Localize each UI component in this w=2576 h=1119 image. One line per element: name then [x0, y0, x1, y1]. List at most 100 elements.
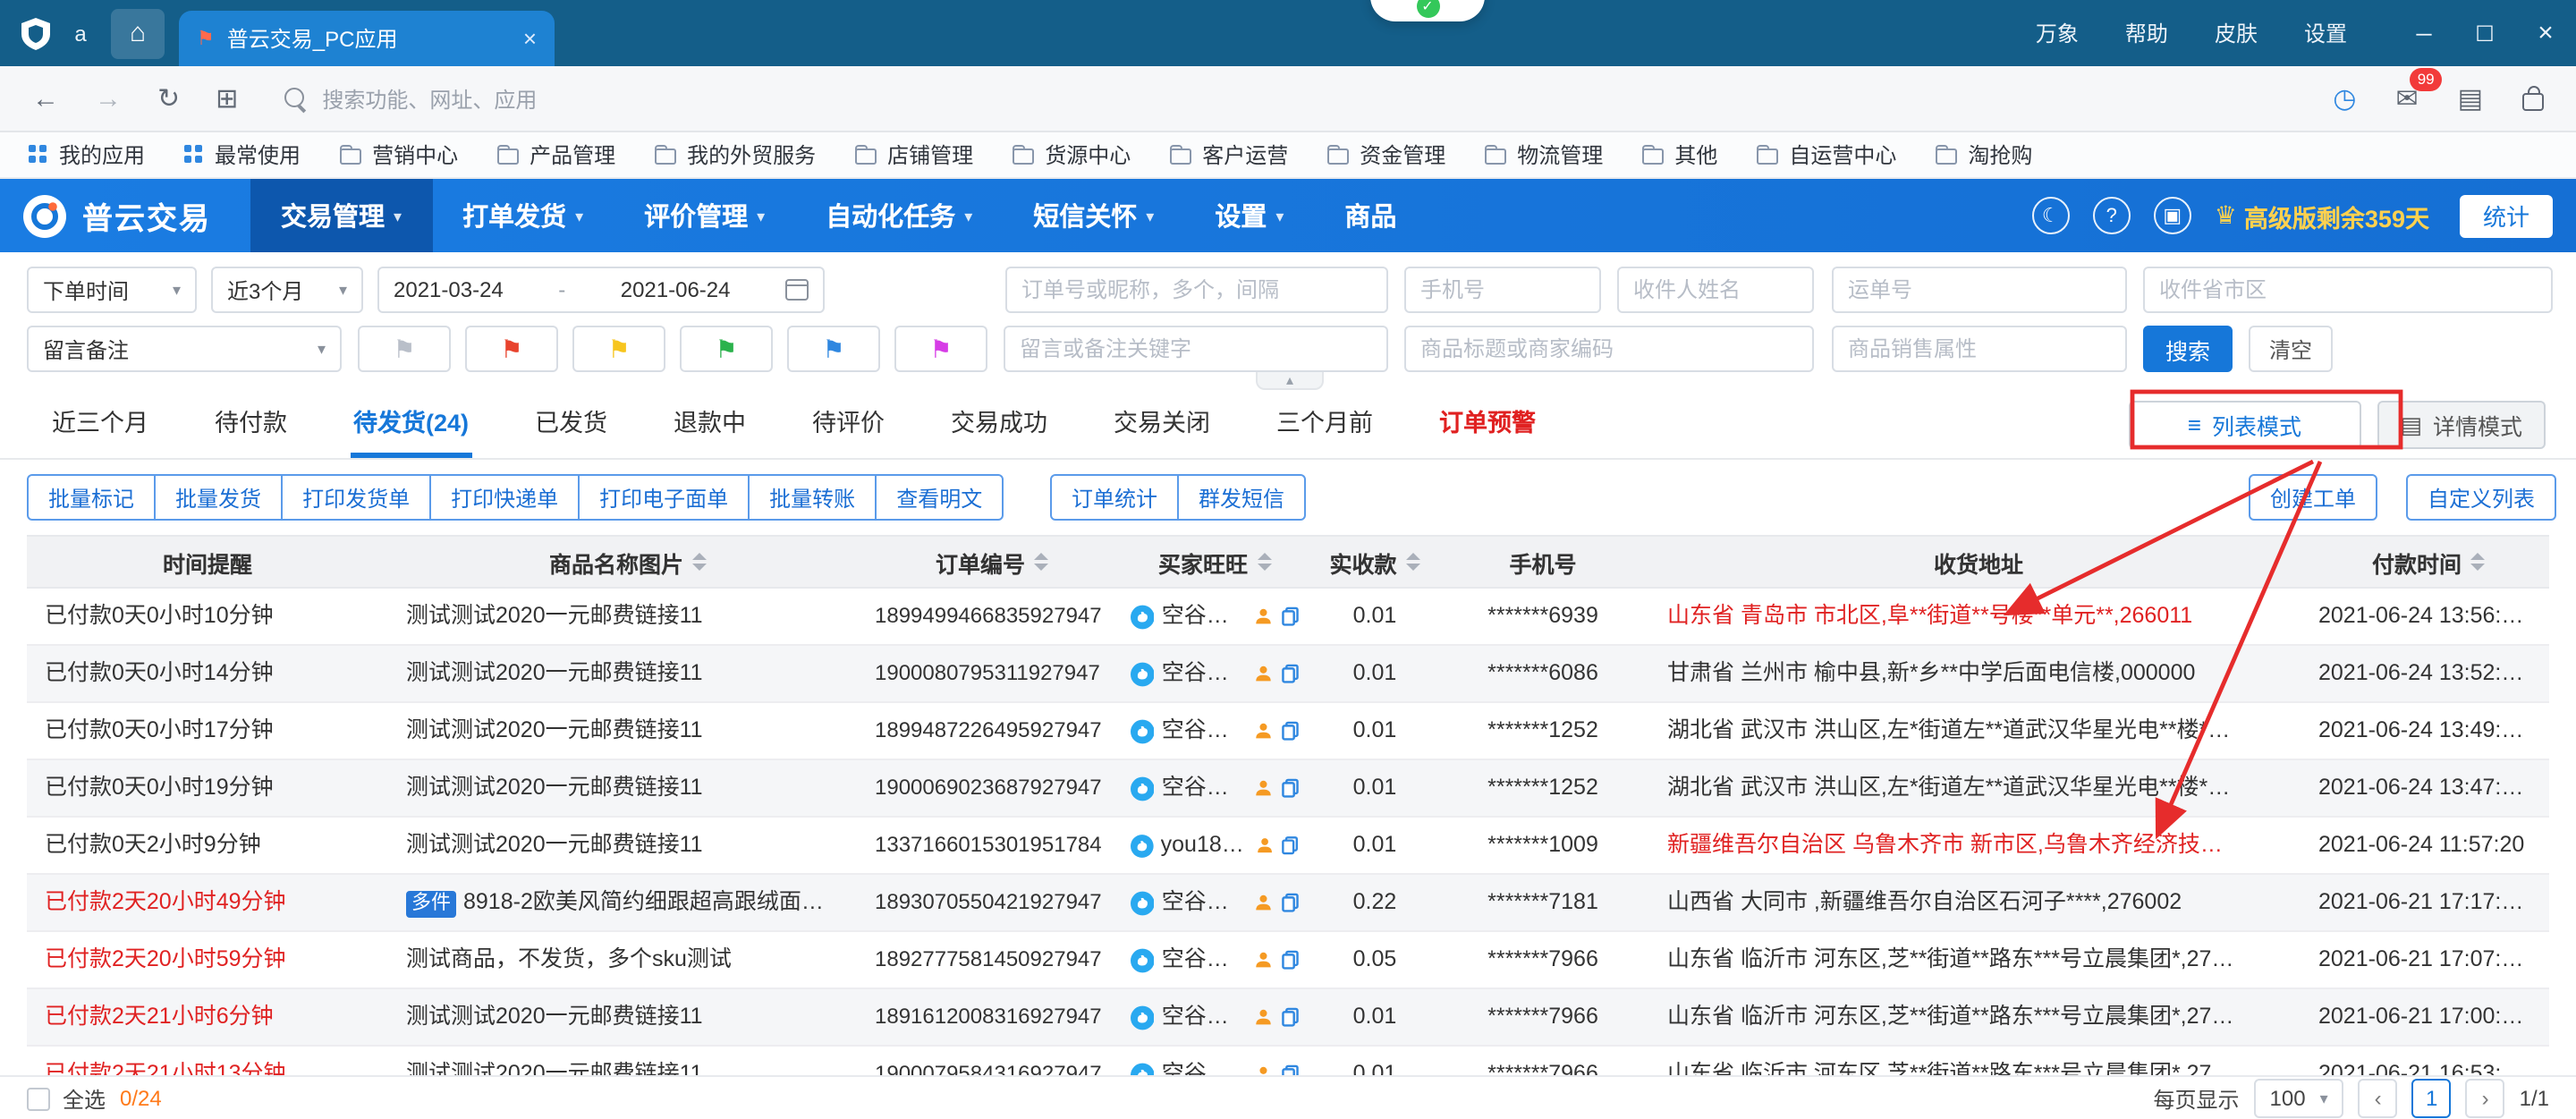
memo-keyword-input[interactable]: [1004, 326, 1388, 372]
profile-button[interactable]: a: [64, 21, 97, 46]
action-button[interactable]: 查看明文: [875, 474, 1004, 521]
order-tab[interactable]: 三个月前: [1273, 403, 1377, 458]
home-button[interactable]: ⌂: [111, 8, 165, 58]
reader-icon[interactable]: ▤: [2458, 82, 2483, 114]
product-attr-input[interactable]: [1832, 326, 2127, 372]
table-header-cell[interactable]: 实收款: [1313, 537, 1436, 587]
contact-icon[interactable]: [1254, 893, 1273, 912]
create-ticket-button[interactable]: 创建工单: [2249, 474, 2377, 521]
memo-select[interactable]: 留言备注▾: [27, 326, 342, 372]
copy-icon[interactable]: [1281, 835, 1299, 855]
prev-page-button[interactable]: ‹: [2359, 1079, 2398, 1118]
phone-input[interactable]: [1404, 267, 1601, 313]
list-mode-button[interactable]: ≡列表模式: [2128, 401, 2360, 449]
bookmark-item[interactable]: 物流管理: [1485, 140, 1603, 170]
action-button[interactable]: 批量转账: [748, 474, 877, 521]
bookmark-item[interactable]: 我的应用: [29, 140, 145, 170]
table-row[interactable]: 已付款0天0小时17分钟 测试测试2020一元邮费链接11 1899487226…: [27, 703, 2549, 760]
search-button[interactable]: 搜索: [2143, 326, 2233, 372]
flag-button-green[interactable]: ⚑: [680, 326, 773, 372]
order-tab[interactable]: 已发货: [531, 403, 611, 458]
flag-button-gray[interactable]: ⚑: [358, 326, 451, 372]
nav-menu-item[interactable]: 评价管理 ▾: [614, 179, 795, 252]
order-time-select[interactable]: 下单时间▾: [27, 267, 197, 313]
refresh-button[interactable]: ↻: [157, 82, 180, 114]
copy-icon[interactable]: [1280, 950, 1299, 970]
order-tab[interactable]: 订单预警: [1436, 403, 1539, 458]
flag-button-magenta[interactable]: ⚑: [894, 326, 987, 372]
bag-icon[interactable]: [2522, 86, 2544, 111]
receiver-name-input[interactable]: [1617, 267, 1814, 313]
capture-button[interactable]: ⊞: [216, 82, 238, 114]
bookmark-item[interactable]: 自运营中心: [1757, 140, 1896, 170]
titlebar-menu-item[interactable]: 万象: [2036, 18, 2079, 48]
copy-icon[interactable]: [1280, 893, 1299, 912]
help-icon[interactable]: ?: [2093, 197, 2131, 234]
detail-mode-button[interactable]: ▤详情模式: [2377, 401, 2546, 449]
product-title-input[interactable]: [1404, 326, 1814, 372]
custom-list-button[interactable]: 自定义列表: [2406, 474, 2556, 521]
clear-button[interactable]: 清空: [2249, 326, 2333, 372]
nav-menu-item[interactable]: 设置 ▾: [1184, 179, 1314, 252]
browser-search-input[interactable]: 搜索功能、网址、应用: [284, 83, 537, 114]
copy-icon[interactable]: [1280, 606, 1299, 626]
collapse-filters-button[interactable]: ▴: [1256, 372, 1324, 390]
action-button[interactable]: 批量发货: [154, 474, 283, 521]
action-button[interactable]: 批量标记: [27, 474, 156, 521]
table-header-cell[interactable]: 付款时间: [2308, 537, 2549, 587]
bookmark-item[interactable]: 其他: [1642, 140, 1717, 170]
date-to-value[interactable]: 2021-06-24: [621, 277, 731, 302]
browser-tab[interactable]: ⚑ 普云交易_PC应用 ×: [179, 11, 555, 66]
flag-button-yellow[interactable]: ⚑: [572, 326, 665, 372]
bookmark-item[interactable]: 客户运营: [1170, 140, 1288, 170]
table-header-cell[interactable]: 商品名称图片: [388, 537, 868, 587]
order-tab[interactable]: 近三个月: [48, 403, 152, 458]
bookmark-item[interactable]: 产品管理: [497, 140, 615, 170]
night-mode-icon[interactable]: ☾: [2032, 197, 2070, 234]
action-button[interactable]: 打印电子面单: [578, 474, 750, 521]
contact-icon[interactable]: [1254, 721, 1273, 741]
action-button[interactable]: 订单统计: [1050, 474, 1179, 521]
flag-button-red[interactable]: ⚑: [465, 326, 558, 372]
nav-menu-item[interactable]: 交易管理 ▾: [250, 179, 432, 252]
flag-button-blue[interactable]: ⚑: [787, 326, 880, 372]
next-page-button[interactable]: ›: [2466, 1079, 2505, 1118]
select-all-checkbox[interactable]: [27, 1087, 50, 1110]
bookmark-item[interactable]: 最常使用: [184, 140, 301, 170]
action-button[interactable]: 群发短信: [1177, 474, 1306, 521]
nav-menu-item[interactable]: 打单发货 ▾: [432, 179, 614, 252]
contact-icon[interactable]: [1256, 835, 1274, 855]
contact-icon[interactable]: [1254, 1007, 1273, 1027]
bookmark-item[interactable]: 资金管理: [1327, 140, 1445, 170]
order-no-input[interactable]: [1005, 267, 1388, 313]
contact-icon[interactable]: [1254, 778, 1273, 798]
per-page-select[interactable]: 100▾: [2254, 1079, 2344, 1118]
history-icon[interactable]: ◷: [2333, 82, 2356, 114]
nav-menu-item[interactable]: 自动化任务 ▾: [795, 179, 1003, 252]
tracking-no-input[interactable]: [1832, 267, 2127, 313]
table-row[interactable]: 已付款0天0小时10分钟 测试测试2020一元邮费链接11 1899499466…: [27, 589, 2549, 646]
action-button[interactable]: 打印快递单: [429, 474, 580, 521]
order-tab[interactable]: 待付款: [211, 403, 291, 458]
contact-icon[interactable]: [1254, 950, 1273, 970]
close-button[interactable]: ×: [2515, 18, 2576, 48]
table-row[interactable]: 已付款0天0小时19分钟 测试测试2020一元邮费链接11 1900069023…: [27, 760, 2549, 818]
order-tab[interactable]: 待发货(24): [350, 403, 472, 458]
apps-grid-nav-icon[interactable]: ▣: [2154, 197, 2191, 234]
titlebar-menu-item[interactable]: 皮肤: [2215, 18, 2258, 48]
vip-badge[interactable]: ♛高级版剩余359天: [2215, 198, 2429, 233]
bookmark-item[interactable]: 我的外贸服务: [655, 140, 816, 170]
titlebar-menu-item[interactable]: 设置: [2304, 18, 2347, 48]
contact-icon[interactable]: [1254, 664, 1273, 683]
order-tab[interactable]: 交易成功: [947, 403, 1051, 458]
date-range-input[interactable]: 2021-03-24 - 2021-06-24: [377, 267, 825, 313]
bookmark-item[interactable]: 货源中心: [1013, 140, 1131, 170]
range-select[interactable]: 近3个月▾: [211, 267, 363, 313]
nav-menu-item[interactable]: 商品: [1314, 179, 1427, 252]
back-button[interactable]: ←: [32, 83, 59, 114]
order-tab[interactable]: 交易关闭: [1110, 403, 1214, 458]
minimize-button[interactable]: ─: [2394, 21, 2454, 46]
table-header-cell[interactable]: 订单编号: [868, 537, 1116, 587]
table-row[interactable]: 已付款2天21小时6分钟 测试测试2020一元邮费链接11 1891612008…: [27, 989, 2549, 1047]
titlebar-menu-item[interactable]: 帮助: [2125, 18, 2168, 48]
